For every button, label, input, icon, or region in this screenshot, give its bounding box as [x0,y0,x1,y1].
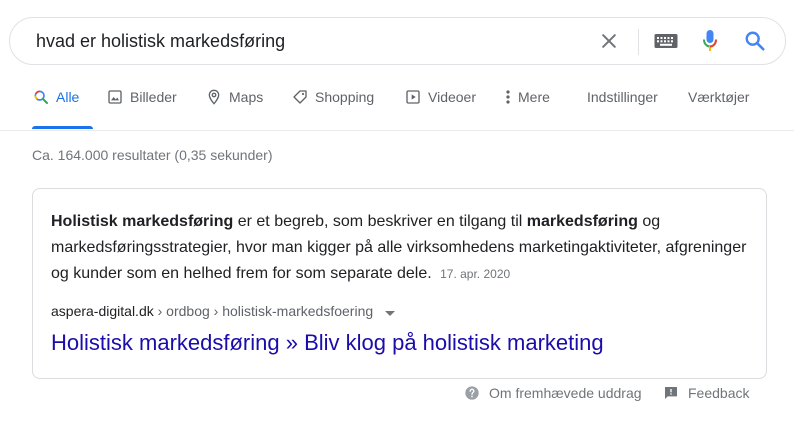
play-icon [404,88,422,106]
settings-link[interactable]: Indstillinger [587,88,658,128]
caret-down-icon [385,311,396,317]
tab-more[interactable]: Mere [504,88,550,128]
active-tab-indicator [32,126,93,129]
tab-label: Videoer [428,89,477,105]
tab-all[interactable]: Alle [32,88,79,128]
image-icon [106,88,124,106]
tab-label: Shopping [315,89,375,105]
tabs-divider [0,130,794,131]
about-featured-snippets-label: Om fremhævede uddrag [489,385,642,401]
settings-label: Indstillinger [587,89,658,105]
search-bar-divider [638,29,639,55]
snippet-bold-term: markedsføring [526,213,638,230]
keyboard-icon [654,34,678,48]
more-vert-icon [504,88,512,106]
voice-search-button[interactable] [698,18,722,64]
tab-label: Mere [518,89,550,105]
feedback-icon [662,384,680,402]
result-options-button[interactable] [385,304,396,320]
tab-maps[interactable]: Maps [205,88,263,128]
search-icon [32,88,50,106]
feedback-link[interactable]: Feedback [662,383,749,403]
snippet-text: er et begreb, som beskriver en tilgang t… [233,213,527,230]
search-bar[interactable]: hvad er holistisk markedsføring [9,17,786,65]
search-icon [745,31,765,51]
result-domain: aspera-digital.dk [51,303,154,319]
tab-shopping[interactable]: Shopping [291,88,374,128]
snippet-bold-term: Holistisk markedsføring [51,213,234,230]
search-input[interactable]: hvad er holistisk markedsføring [36,31,285,52]
tools-label: Værktøjer [688,89,750,105]
about-featured-snippets-link[interactable]: Om fremhævede uddrag [463,383,642,403]
keyboard-button[interactable] [650,18,682,64]
clear-search-button[interactable] [594,18,624,64]
map-pin-icon [205,88,223,106]
result-title-link[interactable]: Holistisk markedsføring » Bliv klog på h… [51,329,604,357]
feedback-label: Feedback [688,385,750,401]
help-icon [463,384,481,402]
tools-link[interactable]: Værktøjer [688,88,749,128]
snippet-date: 17. apr. 2020 [440,267,511,281]
tag-icon [291,88,309,106]
result-path: › ordbog › holistisk-markedsfoering [153,303,374,319]
tab-label: Maps [229,89,264,105]
featured-snippet-text: Holistisk markedsføring er et begreb, so… [51,209,751,287]
search-button[interactable] [740,18,770,64]
close-icon [602,34,616,48]
tab-images[interactable]: Billeder [106,88,177,128]
microphone-icon [703,30,717,51]
tab-label: Billeder [130,89,177,105]
tab-videos[interactable]: Videoer [404,88,476,128]
featured-snippet-card: Holistisk markedsføring er et begreb, so… [32,188,767,379]
result-url-breadcrumb: aspera-digital.dk › ordbog › holistisk-m… [51,303,396,320]
search-tabs: Alle Billeder Maps Shopping Videoer Mere… [0,88,794,130]
result-stats: Ca. 164.000 resultater (0,35 sekunder) [32,147,273,163]
tab-label: Alle [56,89,80,105]
